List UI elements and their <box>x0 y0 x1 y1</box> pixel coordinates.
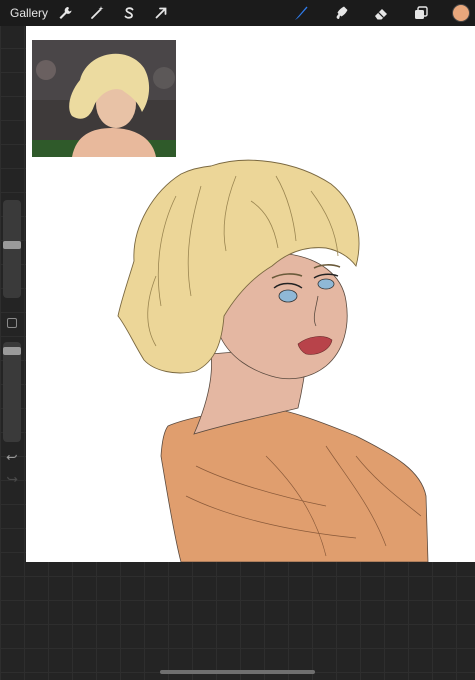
sidebar <box>0 26 26 562</box>
brush-size-slider[interactable] <box>3 200 21 298</box>
wrench-icon[interactable] <box>55 3 75 23</box>
gallery-button[interactable]: Gallery <box>10 6 48 20</box>
top-toolbar: Gallery <box>0 0 475 26</box>
opacity-slider[interactable] <box>3 342 21 442</box>
reference-image[interactable] <box>32 40 176 157</box>
transform-arrow-icon[interactable] <box>151 3 171 23</box>
layers-icon[interactable] <box>411 3 431 23</box>
left-eye <box>278 289 298 303</box>
home-indicator[interactable] <box>160 670 315 674</box>
smudge-icon[interactable] <box>331 3 351 23</box>
modify-button[interactable] <box>7 318 17 328</box>
undo-icon[interactable] <box>5 450 19 464</box>
opacity-thumb[interactable] <box>3 346 21 355</box>
magic-wand-icon[interactable] <box>87 3 107 23</box>
selection-s-icon[interactable] <box>119 3 139 23</box>
redo-icon[interactable] <box>5 472 19 486</box>
color-picker-button[interactable] <box>452 4 470 22</box>
reference-photo <box>32 40 176 157</box>
eraser-icon[interactable] <box>371 3 391 23</box>
right-eye <box>317 278 335 290</box>
brush-icon[interactable] <box>291 3 311 23</box>
brush-size-thumb[interactable] <box>3 240 21 249</box>
